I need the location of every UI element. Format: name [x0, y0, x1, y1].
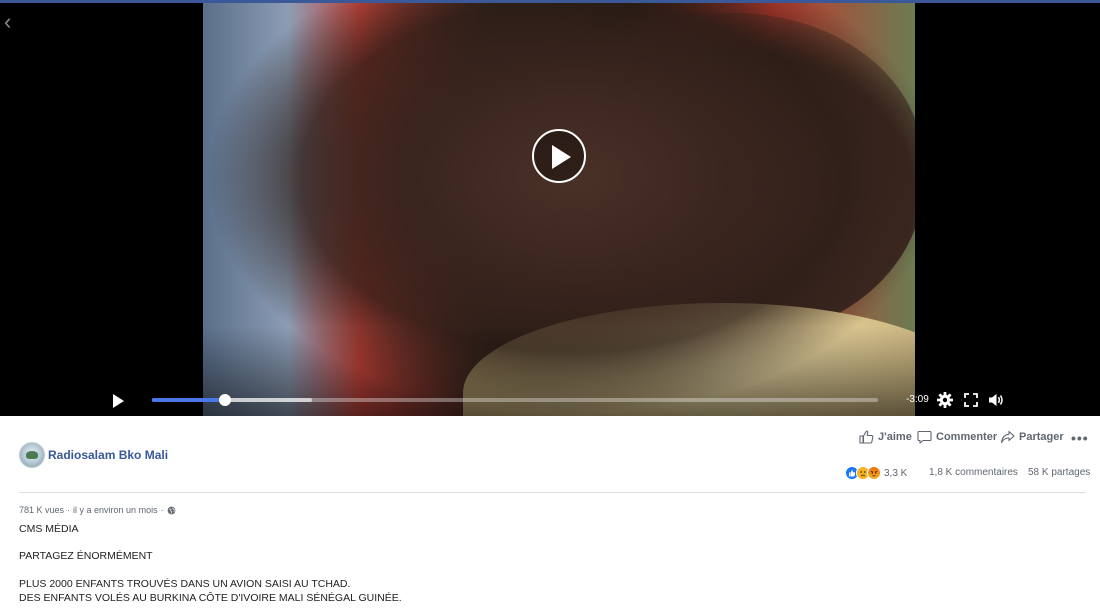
progress-knob[interactable]	[218, 394, 231, 406]
description-line: DES ENFANTS VOLÉS AU BURKINA CÔTE D'IVOI…	[19, 592, 402, 604]
avatar-logo	[26, 451, 38, 459]
reaction-summary[interactable]: 3,3 K	[845, 465, 907, 481]
share-icon	[1000, 430, 1015, 444]
more-icon[interactable]: •••	[1071, 430, 1089, 446]
comment-icon	[917, 430, 932, 444]
big-play-button[interactable]	[532, 129, 586, 183]
description-line: PARTAGEZ ÉNORMÉMENT	[19, 550, 153, 562]
play-icon	[552, 145, 571, 169]
share-label: Partager	[1019, 431, 1064, 443]
video-frame[interactable]	[203, 3, 915, 416]
reaction-count: 3,3 K	[884, 467, 908, 479]
description-line: CMS MÉDIA	[19, 523, 79, 535]
comment-label: Commenter	[936, 431, 998, 443]
view-count: 781 K vues	[19, 505, 65, 515]
like-label: J'aime	[878, 431, 912, 443]
comment-button[interactable]: Commenter	[917, 430, 997, 444]
description-line: PLUS 2000 ENFANTS TROUVÉS DANS UN AVION …	[19, 578, 351, 590]
fullscreen-icon[interactable]	[962, 391, 980, 409]
volume-icon[interactable]	[987, 391, 1005, 409]
back-chevron-icon[interactable]: ‹	[4, 11, 11, 33]
post-time[interactable]: il y a environ un mois	[73, 505, 158, 515]
post-meta: 781 K vues · il y a environ un mois ·	[19, 505, 176, 515]
page-avatar[interactable]	[19, 442, 45, 468]
divider	[19, 492, 1086, 493]
play-icon[interactable]	[111, 393, 125, 409]
comments-count[interactable]: 1,8 K commentaires	[929, 467, 1018, 478]
like-icon	[859, 430, 874, 444]
meta-separator: ·	[160, 505, 164, 515]
settings-icon[interactable]	[936, 391, 954, 409]
share-button[interactable]: Partager	[1000, 430, 1064, 444]
video-player[interactable]: ‹ -3:09	[0, 3, 1100, 416]
time-remaining: -3:09	[906, 394, 929, 405]
video-controls: -3:09	[0, 385, 1100, 415]
progress-played	[152, 398, 225, 402]
meta-separator: ·	[67, 505, 71, 515]
page-name-link[interactable]: Radiosalam Bko Mali	[48, 448, 168, 462]
globe-icon	[167, 506, 175, 514]
like-button[interactable]: J'aime	[859, 430, 912, 444]
video-progress-bar[interactable]	[152, 394, 878, 406]
shares-count[interactable]: 58 K partages	[1028, 467, 1090, 478]
angry-reaction-icon	[867, 466, 881, 480]
